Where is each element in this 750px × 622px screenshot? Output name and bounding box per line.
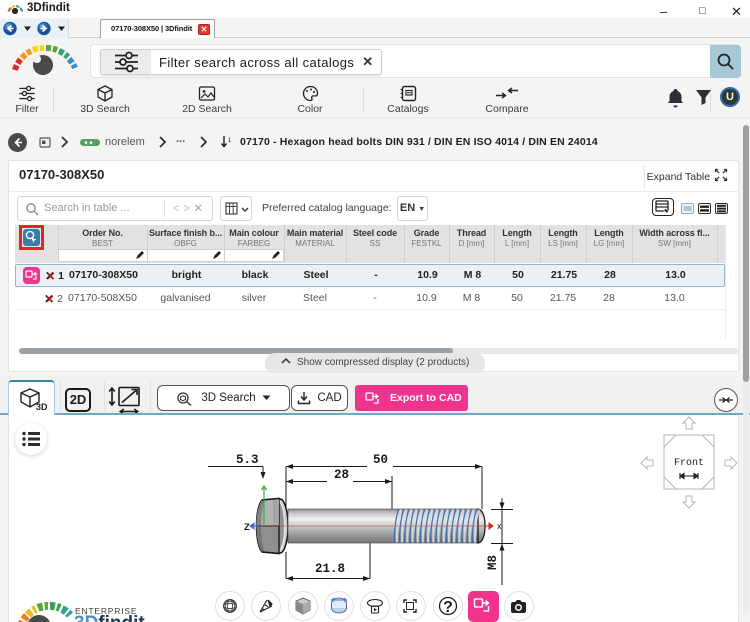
svg-text:x: x xyxy=(497,521,502,531)
svg-text:5.3: 5.3 xyxy=(236,453,259,467)
svg-text:3D: 3D xyxy=(36,402,47,412)
svg-text:1: 1 xyxy=(228,138,232,144)
svg-text:3Dfindit: 3Dfindit xyxy=(74,613,145,622)
svg-text:Z: Z xyxy=(244,522,250,533)
svg-text:21.8: 21.8 xyxy=(315,562,345,576)
svg-text:M8: M8 xyxy=(486,555,500,570)
svg-text:50: 50 xyxy=(373,453,388,467)
svg-text:28: 28 xyxy=(334,468,349,482)
svg-text:Front: Front xyxy=(674,458,704,469)
